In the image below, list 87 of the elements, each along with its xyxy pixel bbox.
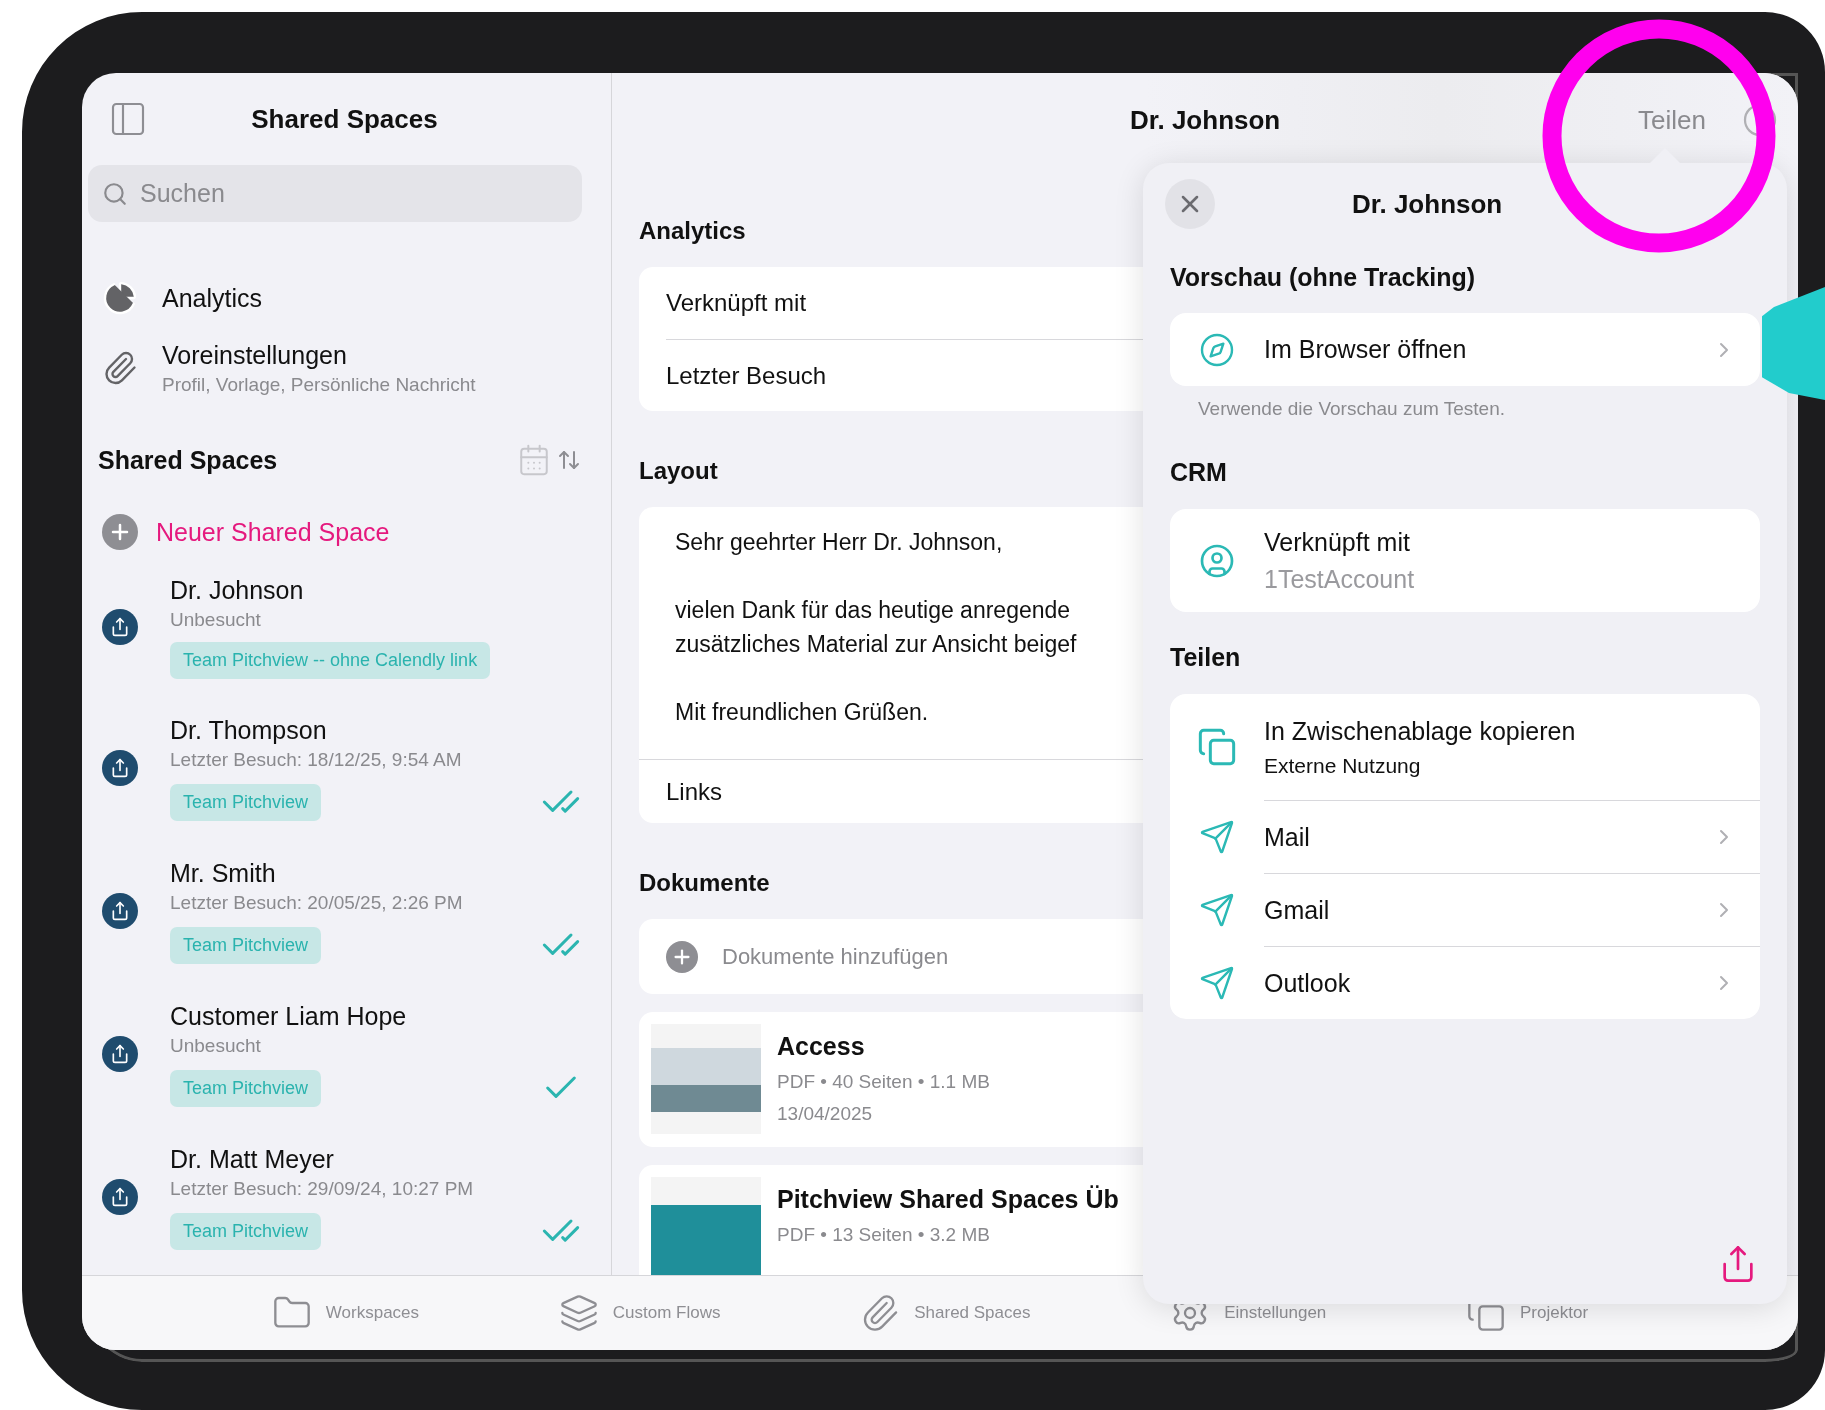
add-documents-label: Dokumente hinzufügen (722, 943, 949, 970)
space-status: Unbesucht (170, 608, 262, 632)
document-title: Pitchview Shared Spaces Üb (777, 1185, 1119, 1214)
space-status: Letzter Besuch: 29/09/24, 10:27 PM (170, 1177, 475, 1201)
letter-paragraph: vielen Dank für das heutige anregende zusätzliches Material zur Ansicht beigef (675, 596, 1078, 659)
calendar-icon[interactable] (517, 443, 551, 477)
share-icon (102, 1036, 138, 1072)
links-row[interactable]: Links (639, 760, 1143, 823)
section-heading: Vorschau (ohne Tracking) (1170, 261, 1477, 293)
space-status: Letzter Besuch: 18/12/25, 9:54 AM (170, 748, 463, 772)
send-row[interactable]: Outlook (1170, 946, 1760, 1019)
sort-icon[interactable] (557, 448, 581, 472)
popover-title: Dr. Johnson (1352, 188, 1503, 220)
clipboard-row[interactable]: In Zwischenablage kopieren Externe Nutzung (1170, 694, 1760, 800)
space-status: Unbesucht (170, 1034, 262, 1058)
paper-plane-icon (1199, 891, 1235, 928)
share-icon (102, 893, 138, 929)
row-sublabel: Externe Nutzung (1264, 753, 1422, 778)
user-icon (1199, 542, 1235, 579)
team-tag: Team Pitchview (170, 1069, 322, 1107)
paper-plane-icon (1199, 964, 1235, 1001)
share-icon (102, 1179, 138, 1215)
list-row[interactable]: Verknüpft mit (666, 267, 1143, 339)
space-list-item[interactable]: Dr. Matt Meyer Letzter Besuch: 29/09/24, 10:27 PM Team Pitchview (88, 1129, 581, 1272)
space-status: Letzter Besuch: 20/05/25, 2:26 PM (170, 891, 464, 915)
letter-paragraph: Sehr geehrter Herr Dr. Johnson, (675, 528, 1004, 557)
nav-item[interactable]: Voreinstellungen Profil, Vorlage, Persönliche Nachricht (88, 338, 581, 398)
send-row[interactable]: Mail (1170, 800, 1760, 873)
paperclip-icon (102, 350, 138, 386)
send-row[interactable]: Gmail (1170, 873, 1760, 946)
row-label: Verknüpft mit (1264, 527, 1411, 557)
plus-icon (666, 940, 698, 973)
row-label: In Zwischenablage kopieren (1264, 716, 1577, 746)
row-label: Im Browser öffnen (1264, 335, 1468, 364)
space-name: Dr. Johnson (170, 575, 305, 606)
space-list-item[interactable]: Dr. Thompson Letzter Besuch: 18/12/25, 9:54 AM Team Pitchview (88, 700, 581, 843)
document-meta: PDF • 40 Seiten • 1.1 MB (777, 1071, 990, 1093)
footnote: Verwende die Vorschau zum Testen. (1198, 397, 1506, 421)
document-date: 13/04/2025 (777, 1103, 874, 1125)
space-name: Customer Liam Hope (170, 1001, 408, 1032)
share-icon (102, 750, 138, 786)
detail-title: Dr. Johnson (1130, 104, 1281, 136)
nav-label: Voreinstellungen (162, 340, 348, 370)
letter-paragraph: Mit freundlichen Grüßen. (675, 698, 930, 727)
space-list-item[interactable]: Mr. Smith Letzter Besuch: 20/05/25, 2:26 PM Team Pitchview (88, 843, 581, 986)
new-space-label: Neuer Shared Space (156, 517, 390, 547)
team-tag: Team Pitchview (170, 926, 322, 964)
search-icon (102, 180, 128, 207)
new-space-button[interactable]: Neuer Shared Space (88, 504, 581, 560)
space-list-item[interactable]: Customer Liam Hope Unbesucht Team Pitchview (88, 986, 581, 1129)
space-name: Dr. Thompson (170, 715, 328, 746)
crm-row[interactable]: Verknüpft mit 1TestAccount (1170, 509, 1760, 612)
nav-item[interactable]: Analytics (88, 268, 581, 328)
team-tag: Team Pitchview (170, 1212, 322, 1250)
team-tag: Team Pitchview -- ohne Calendly link (170, 642, 491, 679)
nav-subtitle: Profil, Vorlage, Persönliche Nachricht (162, 373, 476, 396)
row-label: Gmail (1264, 895, 1331, 925)
row-value: 1TestAccount (1264, 564, 1416, 594)
document-card[interactable]: Access PDF • 40 Seiten • 1.1 MB 13/04/2025 (639, 1012, 1143, 1147)
section-heading: Analytics (639, 216, 747, 246)
section-heading: Dokumente (639, 868, 771, 898)
row-label: Outlook (1264, 968, 1352, 998)
document-meta: PDF • 13 Seiten • 3.2 MB (777, 1224, 991, 1246)
section-heading: CRM (1170, 456, 1228, 488)
share-icon (102, 608, 138, 645)
team-tag: Team Pitchview (170, 783, 322, 821)
space-name: Mr. Smith (170, 858, 277, 889)
search-input[interactable]: Suchen (138, 178, 568, 209)
close-button[interactable] (1165, 179, 1215, 229)
section-heading: Teilen (1170, 641, 1242, 673)
paper-plane-icon (1199, 818, 1235, 855)
compass-icon (1199, 331, 1235, 368)
section-heading: Layout (639, 456, 719, 486)
copy-icon (1197, 727, 1237, 767)
sidebar-title: Shared Spaces (250, 103, 439, 135)
browser-row[interactable]: Im Browser öffnen (1170, 313, 1760, 386)
document-card[interactable]: Pitchview Shared Spaces Üb PDF • 13 Seiten • 3.2 MB (639, 1165, 1143, 1275)
pie-chart-icon (102, 280, 138, 316)
document-title: Access (777, 1032, 866, 1061)
space-name: Dr. Matt Meyer (170, 1144, 335, 1175)
space-list-item[interactable]: Dr. Johnson Unbesucht Team Pitchview -- ohne Calendly link (88, 560, 581, 700)
nav-label: Analytics (162, 283, 263, 313)
search-field[interactable]: Suchen (88, 165, 582, 222)
layers-icon (558, 1293, 599, 1333)
row-label: Mail (1264, 822, 1311, 852)
section-title: Shared Spaces (98, 445, 279, 475)
plus-icon (102, 514, 138, 550)
